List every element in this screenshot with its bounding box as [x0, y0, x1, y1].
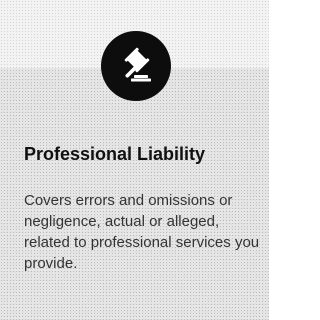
coverage-card: Professional Liability Covers errors and… — [0, 0, 269, 320]
card-description: Covers errors and omissions or negligenc… — [24, 192, 260, 272]
card-title: Professional Liability — [24, 144, 206, 164]
icon-badge — [101, 31, 171, 101]
gavel-icon — [124, 47, 151, 82]
